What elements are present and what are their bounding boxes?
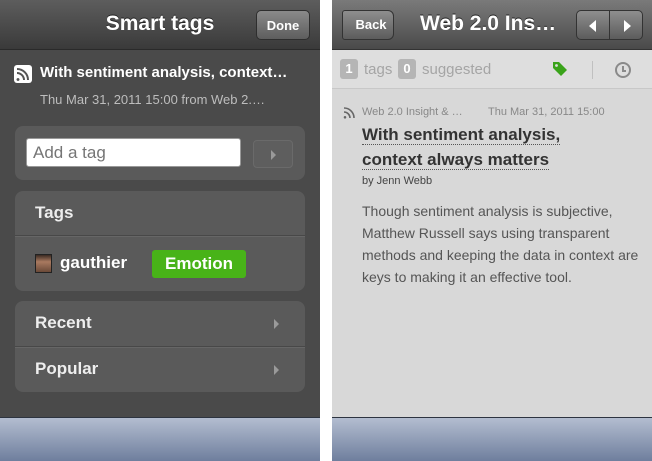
add-tag-button[interactable]	[253, 140, 293, 168]
tag-username: gauthier	[60, 253, 128, 272]
clock-icon[interactable]	[615, 62, 631, 78]
nav-item-label: Popular	[35, 359, 99, 378]
tag-chip-emotion[interactable]: Emotion	[152, 250, 246, 278]
feed-icon	[343, 107, 355, 119]
tags-header: Tags	[35, 203, 74, 222]
article-nav-bar: Back Web 2.0 Ins…	[332, 0, 652, 50]
tag-count-badge: 1	[340, 59, 358, 79]
chevron-right-icon	[274, 319, 279, 329]
tag-summary-bar: 1 tags 0 suggested	[332, 50, 652, 89]
chevron-right-icon	[271, 150, 276, 160]
article-body: Though sentiment analysis is subjective,…	[362, 203, 639, 285]
suggested-label: suggested	[422, 61, 492, 78]
next-article-button[interactable]	[609, 10, 643, 40]
avatar	[35, 254, 52, 273]
add-tag-input[interactable]	[26, 138, 241, 167]
tags-label: tags	[364, 61, 393, 78]
headline-line-1: With sentiment analysis,	[362, 125, 561, 145]
smart-tags-nav-bar: Smart tags Done	[0, 0, 320, 50]
nav-item-recent[interactable]: Recent	[15, 301, 305, 346]
feed-icon	[14, 65, 32, 83]
bottom-toolbar	[0, 417, 320, 461]
article-screen: Back Web 2.0 Ins… 1 tags 0 suggested Web…	[332, 0, 652, 461]
divider	[592, 61, 593, 79]
previous-article-button[interactable]	[576, 10, 610, 40]
chevron-left-icon	[589, 20, 596, 32]
page-title: Web 2.0 Ins…	[420, 12, 557, 35]
done-button[interactable]: Done	[256, 10, 310, 40]
smart-tags-screen: Smart tags Done With sentiment analysis,…	[0, 0, 320, 461]
article-headline[interactable]: With sentiment analysis, context always …	[362, 122, 612, 172]
back-button[interactable]: Back	[342, 10, 394, 40]
tag-icon[interactable]	[552, 60, 568, 76]
bottom-toolbar	[332, 417, 652, 461]
article-source: Web 2.0 Insight & …	[362, 106, 463, 118]
article-date: Thu Mar 31, 2011 15:00	[488, 106, 605, 118]
nav-panel: Recent Popular	[15, 301, 305, 392]
add-tag-panel	[15, 126, 305, 180]
divider	[15, 235, 305, 236]
article-title: With sentiment analysis, context…	[40, 64, 288, 81]
headline-line-2: context always matters	[362, 150, 550, 170]
suggested-count-badge: 0	[398, 59, 416, 79]
chevron-right-icon	[624, 20, 631, 32]
nav-item-popular[interactable]: Popular	[15, 347, 305, 392]
article-byline: by Jenn Webb	[362, 175, 433, 187]
nav-item-label: Recent	[35, 313, 92, 332]
article-meta: Thu Mar 31, 2011 15:00 from Web 2.…	[40, 92, 265, 107]
tags-panel: Tags gauthier Emotion	[15, 191, 305, 291]
page-title: Smart tags	[105, 12, 215, 35]
chevron-right-icon	[274, 365, 279, 375]
